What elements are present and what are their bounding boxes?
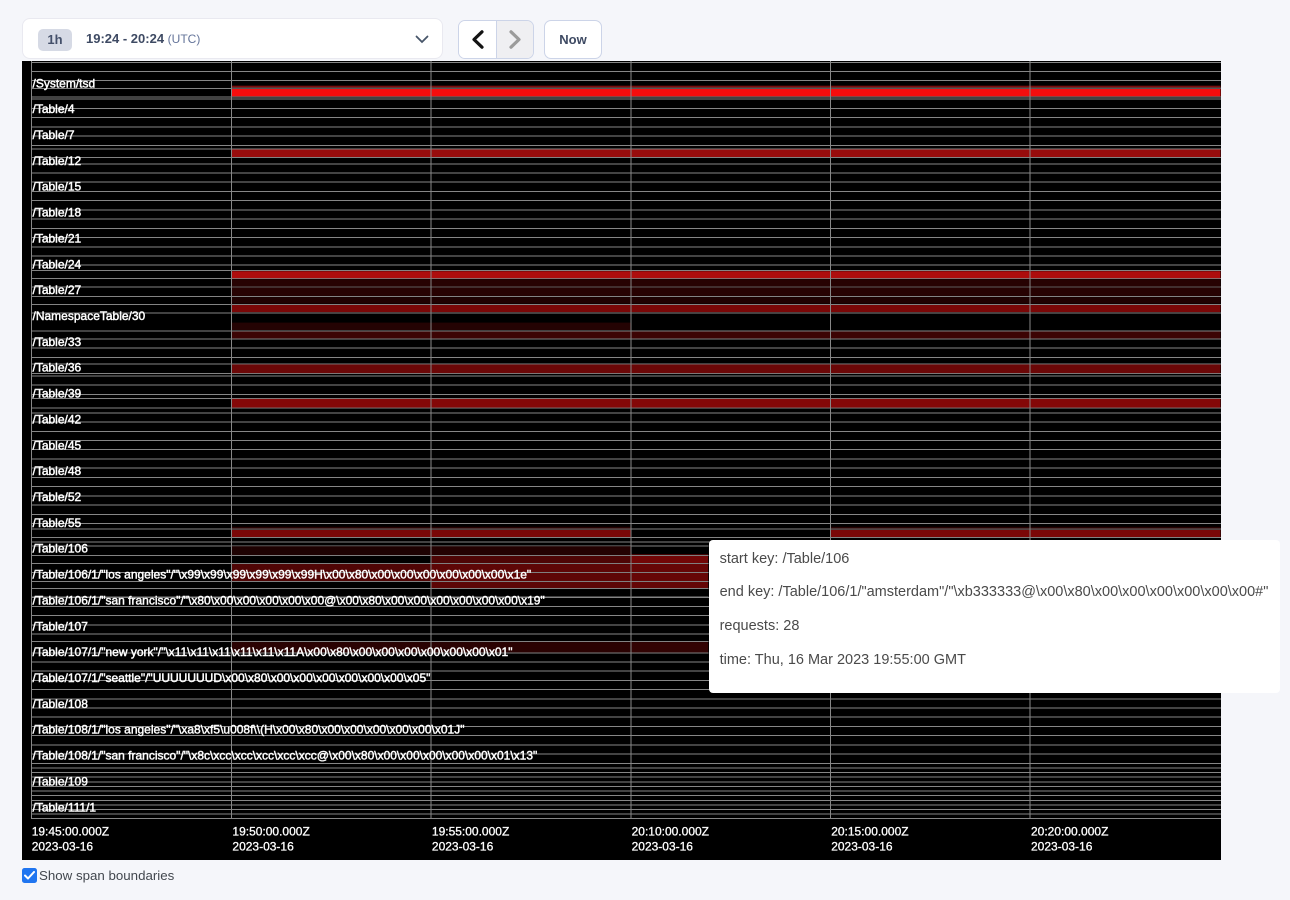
- svg-text:/Table/7: /Table/7: [33, 128, 75, 142]
- svg-text:/Table/106/1/"san francisco"/": /Table/106/1/"san francisco"/"\x80\x00\x…: [33, 593, 545, 607]
- svg-text:/Table/107: /Table/107: [33, 619, 89, 633]
- svg-text:/System/tsd: /System/tsd: [33, 76, 96, 90]
- svg-text:2023-03-16: 2023-03-16: [831, 839, 893, 853]
- svg-text:/Table/4: /Table/4: [33, 102, 75, 116]
- svg-text:20:15:00.000Z: 20:15:00.000Z: [831, 824, 908, 838]
- svg-text:/Table/52: /Table/52: [33, 490, 82, 504]
- svg-text:/Table/45: /Table/45: [33, 438, 82, 452]
- svg-text:20:20:00.000Z: 20:20:00.000Z: [1031, 824, 1108, 838]
- svg-text:20:10:00.000Z: 20:10:00.000Z: [632, 824, 709, 838]
- svg-text:/Table/106/1/"los angeles"/"\x: /Table/106/1/"los angeles"/"\x99\x99\x99…: [33, 568, 532, 582]
- svg-text:2023-03-16: 2023-03-16: [632, 839, 694, 853]
- svg-text:19:55:00.000Z: 19:55:00.000Z: [432, 824, 509, 838]
- svg-text:/Table/106: /Table/106: [33, 542, 89, 556]
- svg-text:/Table/107/1/"seattle"/"UUUUUU: /Table/107/1/"seattle"/"UUUUUUUD\x00\x80…: [33, 671, 431, 685]
- svg-text:/Table/48: /Table/48: [33, 464, 82, 478]
- svg-text:/Table/108/1/"los angeles"/"\x: /Table/108/1/"los angeles"/"\xa8\xf5\u00…: [33, 723, 465, 737]
- svg-text:/Table/33: /Table/33: [33, 335, 82, 349]
- svg-text:/Table/27: /Table/27: [33, 283, 82, 297]
- svg-text:/Table/42: /Table/42: [33, 412, 82, 426]
- svg-text:/NamespaceTable/30: /NamespaceTable/30: [33, 309, 146, 323]
- svg-text:2023-03-16: 2023-03-16: [432, 839, 494, 853]
- svg-text:/Table/36: /Table/36: [33, 361, 82, 375]
- svg-text:/Table/12: /Table/12: [33, 154, 82, 168]
- svg-text:/Table/111/1: /Table/111/1: [33, 800, 97, 814]
- svg-text:/Table/39: /Table/39: [33, 387, 82, 401]
- svg-text:/Table/108/1/"san francisco"/": /Table/108/1/"san francisco"/"\x8c\xcc\x…: [33, 749, 538, 763]
- svg-text:2023-03-16: 2023-03-16: [1031, 839, 1093, 853]
- svg-text:19:50:00.000Z: 19:50:00.000Z: [232, 824, 309, 838]
- svg-text:/Table/108: /Table/108: [33, 697, 89, 711]
- svg-text:/Table/21: /Table/21: [33, 231, 82, 245]
- svg-text:/Table/24: /Table/24: [33, 257, 82, 271]
- svg-text:2023-03-16: 2023-03-16: [232, 839, 294, 853]
- svg-text:2023-03-16: 2023-03-16: [32, 839, 94, 853]
- svg-text:/Table/18: /Table/18: [33, 206, 82, 220]
- svg-text:/Table/107/1/"new york"/"\x11\: /Table/107/1/"new york"/"\x11\x11\x11\x1…: [33, 645, 513, 659]
- svg-text:/Table/15: /Table/15: [33, 180, 82, 194]
- svg-text:/Table/109: /Table/109: [33, 774, 89, 788]
- svg-text:19:45:00.000Z: 19:45:00.000Z: [32, 824, 109, 838]
- svg-text:/Table/55: /Table/55: [33, 516, 82, 530]
